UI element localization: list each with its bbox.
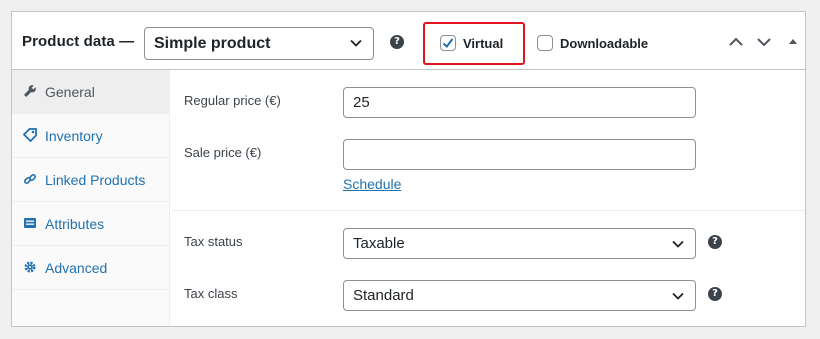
regular-price-input[interactable]: 25 <box>343 87 696 118</box>
tax-status-value: Taxable <box>353 235 405 252</box>
link-icon <box>23 173 37 185</box>
tax-status-label: Tax status <box>184 234 243 249</box>
tax-status-select[interactable]: Taxable <box>343 228 696 259</box>
downloadable-label[interactable]: Downloadable <box>560 36 648 51</box>
product-data-tabs: General Inventory Linked Products Attrib… <box>12 70 170 326</box>
tab-attributes[interactable]: Attributes <box>12 202 170 246</box>
chevron-down-icon <box>672 292 684 300</box>
chevron-down-icon <box>672 240 684 248</box>
tab-general[interactable]: General <box>12 70 170 114</box>
tab-advanced-label: Advanced <box>45 260 108 276</box>
tax-class-value: Standard <box>353 287 414 304</box>
move-down-icon[interactable] <box>756 34 772 50</box>
move-up-icon[interactable] <box>728 34 744 50</box>
product-type-value: Simple product <box>154 35 271 52</box>
tag-icon <box>23 128 37 142</box>
help-icon[interactable]: ? <box>708 235 722 249</box>
virtual-checkbox[interactable] <box>440 35 456 51</box>
tab-linked-products[interactable]: Linked Products <box>12 158 170 202</box>
schedule-link[interactable]: Schedule <box>343 176 401 192</box>
tab-inventory-label: Inventory <box>45 128 103 144</box>
checkmark-icon <box>442 38 454 48</box>
virtual-label[interactable]: Virtual <box>463 36 503 51</box>
tab-linked-products-label: Linked Products <box>45 172 146 188</box>
help-icon[interactable]: ? <box>390 35 404 49</box>
collapse-toggle-icon[interactable] <box>785 34 801 50</box>
tab-advanced[interactable]: Advanced <box>12 246 170 290</box>
product-data-header: Product data — Simple product ? Virtual … <box>12 12 805 70</box>
sale-price-input[interactable] <box>343 139 696 170</box>
gear-icon <box>24 261 36 273</box>
regular-price-value: 25 <box>353 94 370 111</box>
product-type-select[interactable]: Simple product <box>144 27 374 60</box>
tax-class-select[interactable]: Standard <box>343 280 696 311</box>
section-divider <box>171 210 805 211</box>
product-data-panel: Product data — Simple product ? Virtual … <box>11 11 806 327</box>
wrench-icon <box>24 85 36 97</box>
tax-class-label: Tax class <box>184 286 238 301</box>
sale-price-label: Sale price (€) <box>184 145 262 160</box>
tab-inventory[interactable]: Inventory <box>12 114 170 158</box>
product-data-title: Product data — <box>22 33 135 50</box>
tab-attributes-label: Attributes <box>45 216 105 232</box>
chevron-down-icon <box>350 39 362 47</box>
tab-general-label: General <box>45 84 95 100</box>
list-icon <box>24 218 36 228</box>
downloadable-checkbox[interactable] <box>537 35 553 51</box>
regular-price-label: Regular price (€) <box>184 93 281 108</box>
help-icon[interactable]: ? <box>708 287 722 301</box>
